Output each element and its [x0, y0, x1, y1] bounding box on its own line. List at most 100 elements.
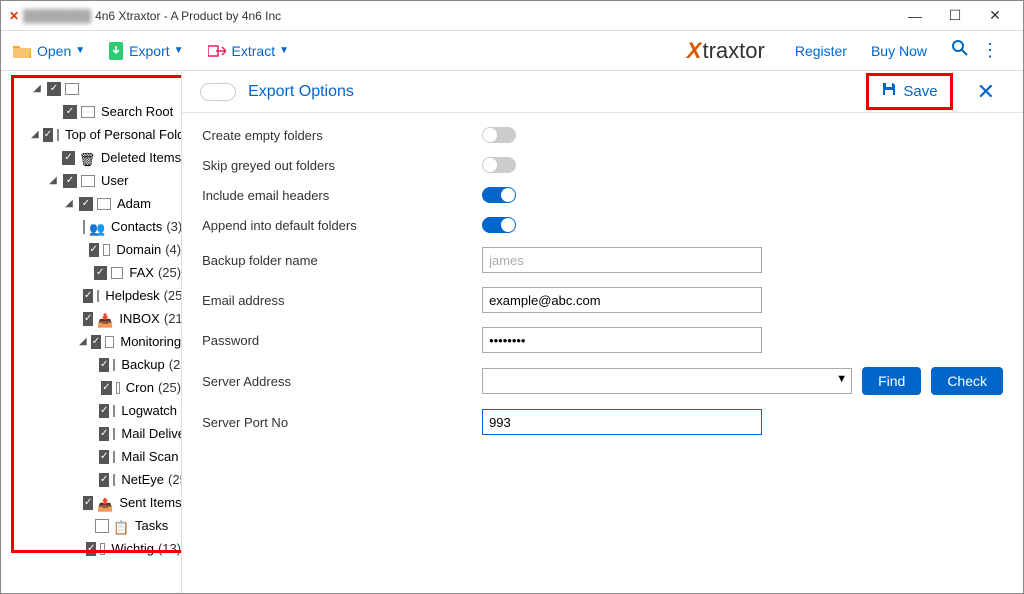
tree-item[interactable]: ✓Cron (25) [1, 376, 181, 399]
port-label: Server Port No [202, 415, 482, 430]
checkbox[interactable]: ✓ [47, 82, 61, 96]
register-link[interactable]: Register [795, 43, 847, 59]
save-label: Save [903, 83, 937, 100]
checkbox[interactable]: ✓ [63, 174, 77, 188]
tree-label: INBOX [119, 311, 159, 326]
tree-item[interactable]: ◢✓Adam [1, 192, 181, 215]
checkbox[interactable]: ✓ [83, 312, 93, 326]
expand-icon[interactable]: ◢ [63, 198, 75, 209]
tree-item[interactable]: ✓FAX (25) [1, 261, 181, 284]
check-button[interactable]: Check [931, 367, 1003, 395]
tree-item[interactable]: ◢ ✓ User [1, 169, 181, 192]
backup-name-input[interactable] [482, 247, 762, 273]
skip-greyed-label: Skip greyed out folders [202, 158, 482, 173]
tree-label: User [101, 173, 128, 188]
expand-icon[interactable]: ◢ [31, 83, 43, 94]
tree-item[interactable]: ✓Helpdesk (25) [1, 284, 181, 307]
expand-icon[interactable]: ◢ [79, 336, 87, 347]
checkbox[interactable]: ✓ [91, 335, 101, 349]
open-label: Open [37, 43, 71, 59]
folder-icon [100, 543, 105, 555]
tree-item[interactable]: ✓Logwatch (25) [1, 399, 181, 422]
tree-item[interactable]: ◢✓ [1, 77, 181, 100]
tree-label: Monitoring [120, 334, 181, 349]
minimize-button[interactable]: — [895, 8, 935, 24]
tree-item[interactable]: ✓Mail Scan (25) [1, 445, 181, 468]
find-button[interactable]: Find [862, 367, 921, 395]
checkbox[interactable]: ✓ [83, 289, 93, 303]
panel-header: Export Options Save ✕ [182, 71, 1023, 113]
checkbox[interactable]: ✓ [86, 542, 96, 556]
checkbox[interactable]: ✓ [63, 105, 77, 119]
folder-icon [113, 405, 115, 417]
tree-item[interactable]: ◢ ✓ Top of Personal Folders [1, 123, 181, 146]
save-button[interactable]: Save [866, 73, 952, 110]
folder-icon [97, 290, 99, 302]
include-headers-toggle[interactable] [482, 187, 516, 203]
checkbox[interactable]: ✓ [99, 450, 109, 464]
checkbox[interactable] [95, 519, 109, 533]
append-default-label: Append into default folders [202, 218, 482, 233]
tree-item[interactable]: ✓Wichtig (13) [1, 537, 181, 560]
checkbox[interactable]: ✓ [99, 473, 109, 487]
tree-label: Top of Personal Folders [65, 127, 182, 142]
extract-label: Extract [232, 43, 276, 59]
folder-icon [113, 359, 115, 371]
tree-label: FAX [129, 265, 154, 280]
search-icon[interactable] [951, 39, 969, 62]
append-default-toggle[interactable] [482, 217, 516, 233]
tree-item[interactable]: ✓📥INBOX (21) [1, 307, 181, 330]
tree-item[interactable]: ✓Mail Delivery (24) [1, 422, 181, 445]
tree-item[interactable]: ◢ ✓ Monitoring [1, 330, 181, 353]
expand-icon[interactable]: ◢ [47, 175, 59, 186]
password-input[interactable] [482, 327, 762, 353]
tree-item[interactable]: 👥Contacts (3) [1, 215, 181, 238]
export-label: Export [129, 43, 169, 59]
tree-item[interactable]: ✓Backup (25) [1, 353, 181, 376]
open-button[interactable]: Open ▼ [13, 43, 85, 59]
tree-label: NetEye [121, 472, 164, 487]
maximize-button[interactable]: ☐ [935, 7, 975, 24]
extract-button[interactable]: Extract ▼ [208, 43, 289, 59]
close-window-button[interactable]: ✕ [975, 7, 1015, 24]
blurred-text: ████████ [23, 9, 91, 23]
tree-label: Cron [126, 380, 154, 395]
port-input[interactable] [482, 409, 762, 435]
checkbox[interactable]: ✓ [94, 266, 107, 280]
checkbox[interactable]: ✓ [43, 128, 53, 142]
checkbox[interactable]: ✓ [99, 404, 109, 418]
tree-item[interactable]: ✓📤Sent Items (13) [1, 491, 181, 514]
chevron-down-icon: ▼ [174, 45, 184, 56]
window-title: 4n6 Xtraxtor - A Product by 4n6 Inc [95, 9, 895, 23]
more-options-icon[interactable]: ⋮ [981, 40, 999, 61]
tree-label: Domain [116, 242, 161, 257]
tree-item[interactable]: ✓🗑Deleted Items [1, 146, 181, 169]
checkbox[interactable]: ✓ [99, 427, 109, 441]
email-input[interactable] [482, 287, 762, 313]
tree-item[interactable]: ✓NetEye (25) [1, 468, 181, 491]
tree-item[interactable]: 📋Tasks [1, 514, 181, 537]
folder-icon [103, 244, 111, 256]
close-panel-button[interactable]: ✕ [967, 79, 1005, 105]
checkbox[interactable]: ✓ [83, 496, 93, 510]
export-button[interactable]: Export ▼ [109, 42, 183, 60]
checkbox[interactable] [83, 220, 85, 234]
server-combo[interactable]: ▼ [482, 368, 852, 394]
tree-item[interactable]: ✓Search Root [1, 100, 181, 123]
tree-label: Logwatch [121, 403, 177, 418]
folder-icon [113, 474, 115, 486]
create-empty-toggle[interactable] [482, 127, 516, 143]
buy-now-link[interactable]: Buy Now [871, 43, 927, 59]
checkbox[interactable]: ✓ [79, 197, 93, 211]
checkbox[interactable]: ✓ [99, 358, 109, 372]
inbox-icon: 📥 [97, 313, 113, 325]
checkbox[interactable]: ✓ [89, 243, 99, 257]
app-logo-icon: ✕ [9, 9, 19, 23]
tree-label: Backup [121, 357, 164, 372]
checkbox[interactable]: ✓ [101, 381, 111, 395]
panel-toggle[interactable] [200, 83, 236, 101]
checkbox[interactable]: ✓ [62, 151, 75, 165]
expand-icon[interactable]: ◢ [31, 129, 39, 140]
skip-greyed-toggle[interactable] [482, 157, 516, 173]
tree-item[interactable]: ✓Domain (4) [1, 238, 181, 261]
